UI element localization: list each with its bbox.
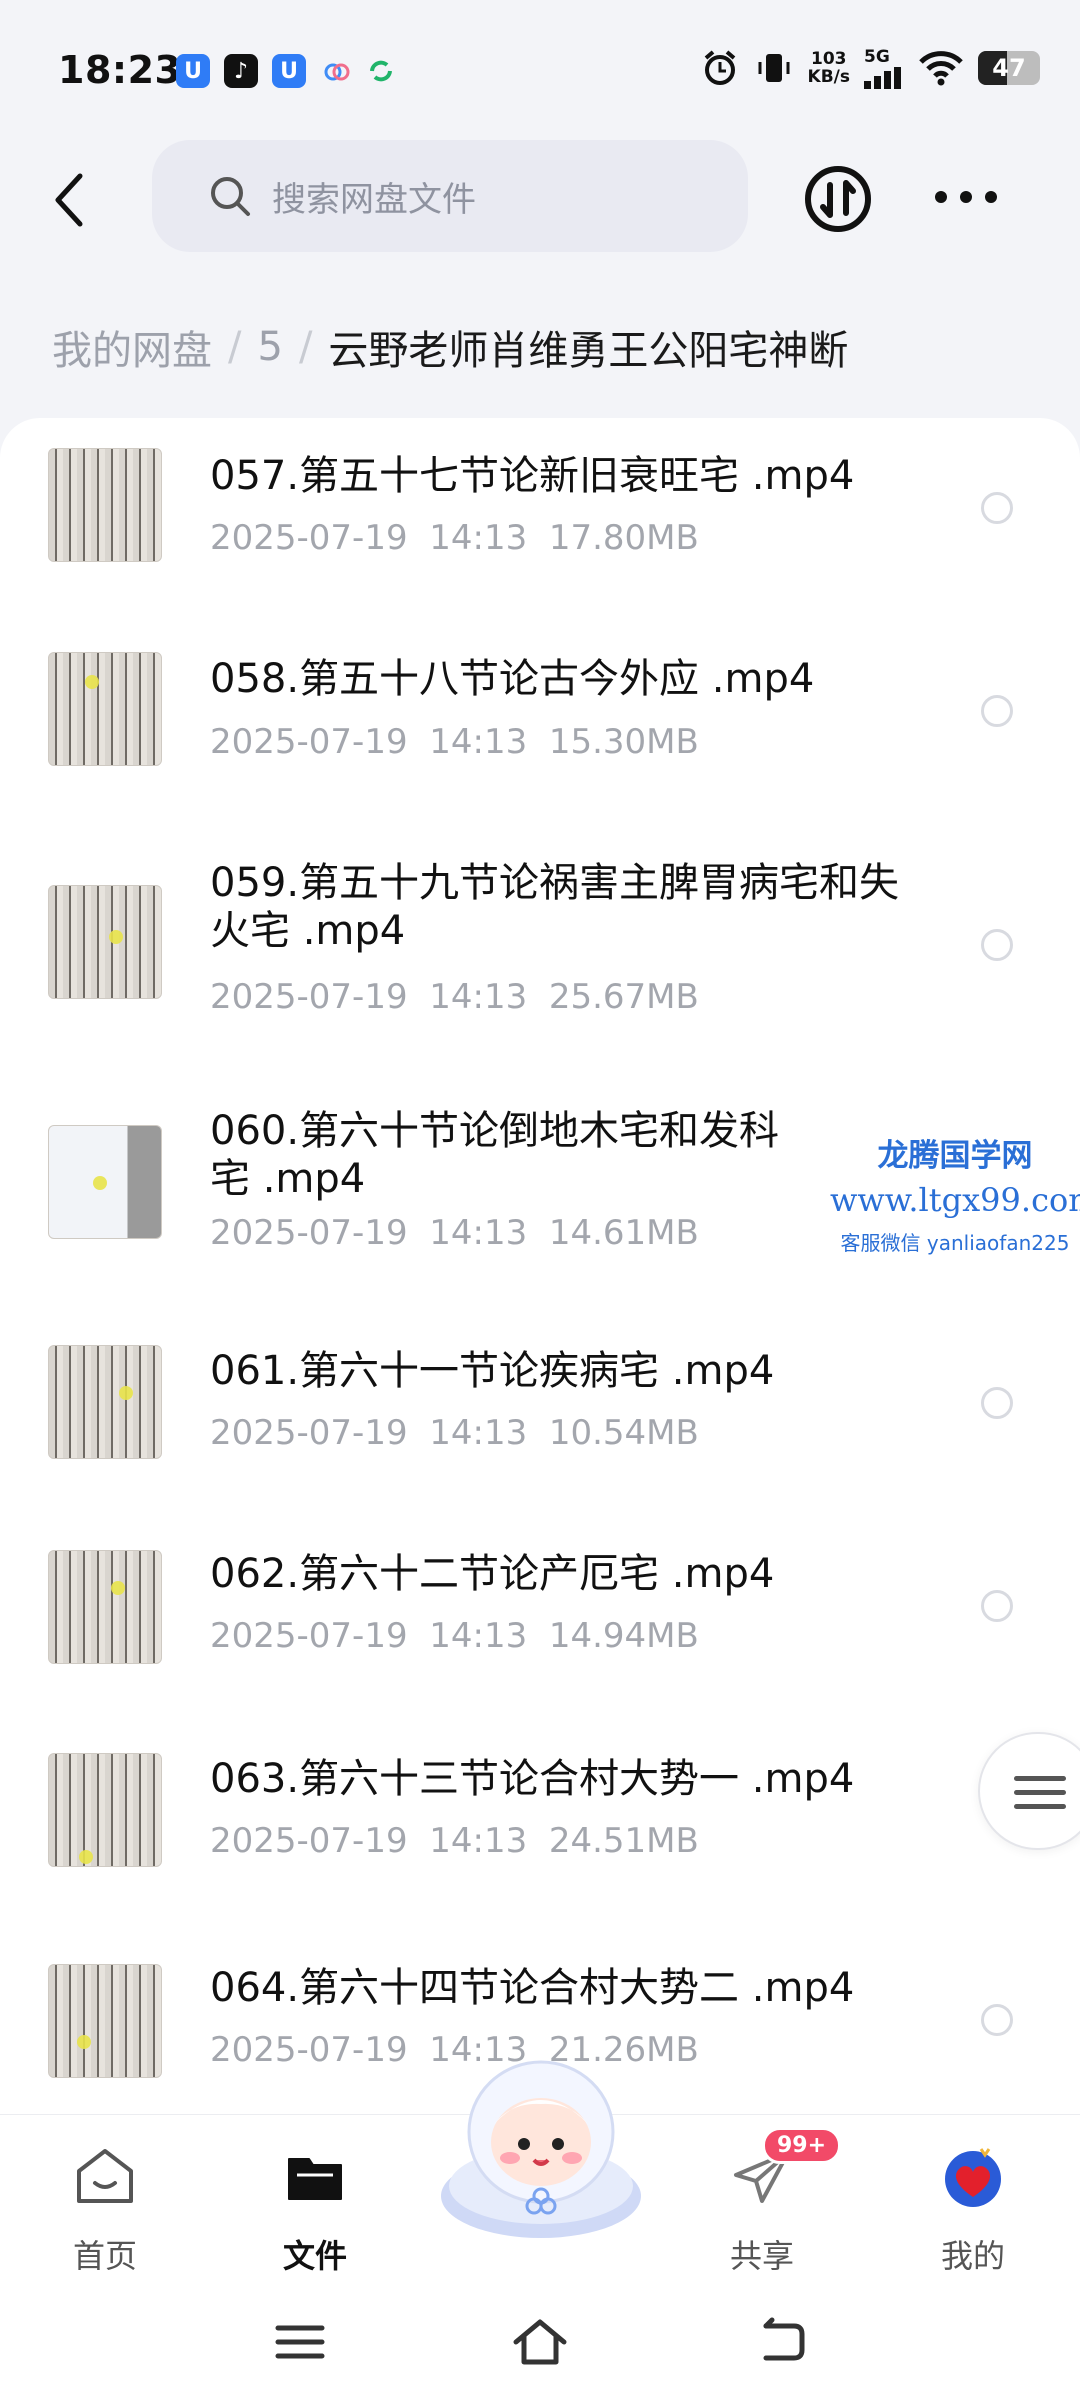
file-list: 057.第五十七节论新旧衰旺宅 .mp4 2025-07-19 14:13 17…	[0, 418, 1080, 2114]
breadcrumb-separator: /	[298, 324, 313, 370]
ai-assistant-mascot-icon[interactable]	[430, 2046, 652, 2246]
sync-notification-icon	[364, 54, 398, 88]
file-meta: 2025-07-19 14:13 24.51MB	[210, 1821, 699, 1861]
nav-home-label: 首页	[72, 2237, 137, 2275]
select-checkbox[interactable]	[981, 695, 1013, 727]
nav-mine[interactable]: 我的	[893, 2135, 1053, 2275]
breadcrumb-folder-5[interactable]: 5	[257, 324, 282, 370]
folder-icon	[288, 2158, 342, 2200]
vibrate-icon	[758, 54, 790, 82]
menu-line	[1014, 1776, 1066, 1781]
battery-level: 47	[992, 54, 1026, 82]
nav-share[interactable]: 99+ 共享	[682, 2127, 842, 2275]
back-nav-icon[interactable]	[750, 2312, 810, 2372]
select-checkbox[interactable]	[981, 2004, 1013, 2036]
breadcrumb: 我的网盘 / 5 / 云野老师肖维勇王公阳宅神断	[52, 318, 848, 376]
video-thumbnail	[48, 1964, 162, 2078]
net-speed: 103 KB/s	[807, 49, 850, 87]
nav-home[interactable]: 首页	[25, 2135, 185, 2275]
file-name: 058.第五十八节论古今外应 .mp4	[210, 656, 815, 702]
file-row[interactable]: 058.第五十八节论古今外应 .mp4 2025-07-19 14:13 15.…	[0, 618, 1080, 823]
nav-files-label: 文件	[282, 2237, 347, 2275]
video-thumbnail	[48, 1125, 162, 1239]
search-icon	[211, 177, 250, 216]
share-badge: 99+	[762, 2127, 842, 2164]
file-name: 063.第六十三节论合村大势一 .mp4	[210, 1756, 855, 1802]
transfer-icon[interactable]	[804, 165, 872, 233]
status-time: 18:23	[58, 48, 182, 92]
file-name: 059.第五十九节论祸害主脾胃病宅和失火宅 .mp4	[210, 860, 900, 954]
file-name: 062.第六十二节论产厄宅 .mp4	[210, 1551, 775, 1597]
video-thumbnail	[48, 1550, 162, 1664]
recents-menu-icon[interactable]	[270, 2312, 330, 2372]
file-meta: 2025-07-19 14:13 25.67MB	[210, 977, 699, 1017]
file-row[interactable]: 057.第五十七节论新旧衰旺宅 .mp4 2025-07-19 14:13 17…	[0, 418, 1080, 618]
video-thumbnail	[48, 1753, 162, 1867]
breadcrumb-current: 云野老师肖维勇王公阳宅神断	[328, 328, 849, 374]
video-thumbnail	[48, 1345, 162, 1459]
search-placeholder: 搜索网盘文件	[272, 179, 476, 220]
file-row[interactable]: 059.第五十九节论祸害主脾胃病宅和失火宅 .mp4 2025-07-19 14…	[0, 823, 1080, 1073]
status-icons: 103 KB/s 5G 47	[700, 46, 1040, 90]
watermark: 龙腾国学网 www.ltgx99.com 客服微信 yanliaofan225	[830, 1130, 1080, 1256]
select-checkbox[interactable]	[981, 1590, 1013, 1622]
file-name: 060.第六十节论倒地木宅和发科宅 .mp4	[210, 1108, 780, 1202]
file-meta: 2025-07-19 14:13 10.54MB	[210, 1413, 699, 1453]
tiktok-notification-icon: ♪	[224, 54, 258, 88]
back-arrow-icon	[55, 173, 83, 227]
file-meta: 2025-07-19 14:13 17.80MB	[210, 518, 699, 558]
file-name: 064.第六十四节论合村大势二 .mp4	[210, 1965, 855, 2011]
system-navigation-bar	[0, 2284, 1080, 2400]
network-type: 5G	[864, 47, 890, 67]
file-meta: 2025-07-19 14:13 14.61MB	[210, 1213, 699, 1253]
cloud-notification-icon	[320, 54, 354, 88]
avatar-heart-icon	[945, 2148, 1001, 2207]
status-bar: 18:23 U ♪ U 103 KB/s 5G 47	[0, 0, 1080, 140]
top-bar: 搜索网盘文件	[0, 140, 1080, 260]
watermark-contact: 客服微信 yanliaofan225	[840, 1231, 1070, 1255]
video-thumbnail	[48, 448, 162, 562]
watermark-url: www.ltgx99.com	[830, 1181, 1080, 1219]
file-row[interactable]: 062.第六十二节论产厄宅 .mp4 2025-07-19 14:13 14.9…	[0, 1518, 1080, 1723]
file-row[interactable]: 063.第六十三节论合村大势一 .mp4 2025-07-19 14:13 24…	[0, 1723, 1080, 1928]
battery-icon: 47	[978, 51, 1040, 85]
file-meta: 2025-07-19 14:13 14.94MB	[210, 1616, 699, 1656]
home-icon	[77, 2149, 133, 2203]
menu-line	[1014, 1804, 1066, 1809]
nav-files[interactable]: 文件	[235, 2135, 395, 2275]
alarm-icon	[704, 50, 735, 85]
breadcrumb-root[interactable]: 我的网盘	[52, 318, 212, 376]
file-row[interactable]: 061.第六十一节论疾病宅 .mp4 2025-07-19 14:13 10.5…	[0, 1313, 1080, 1518]
home-nav-icon[interactable]	[510, 2312, 570, 2372]
signal-icon	[864, 67, 901, 89]
app-notification-icon: U	[176, 54, 210, 88]
search-input[interactable]: 搜索网盘文件	[152, 140, 748, 252]
file-meta: 2025-07-19 14:13 15.30MB	[210, 722, 699, 762]
select-checkbox[interactable]	[981, 492, 1013, 524]
dot	[960, 191, 972, 203]
file-name: 061.第六十一节论疾病宅 .mp4	[210, 1348, 775, 1394]
wifi-icon	[919, 51, 963, 86]
select-checkbox[interactable]	[981, 929, 1013, 961]
select-checkbox[interactable]	[981, 1387, 1013, 1419]
nav-share-label: 共享	[729, 2237, 794, 2275]
video-thumbnail	[48, 652, 162, 766]
more-options-button[interactable]	[935, 180, 997, 214]
back-button[interactable]	[40, 168, 100, 232]
video-thumbnail	[48, 885, 162, 999]
menu-line	[1014, 1790, 1066, 1795]
watermark-title: 龙腾国学网	[877, 1138, 1033, 1174]
breadcrumb-separator: /	[228, 324, 242, 370]
dot	[935, 191, 947, 203]
nav-mine-label: 我的	[940, 2237, 1005, 2275]
app-notification-icon-2: U	[272, 54, 306, 88]
file-name: 057.第五十七节论新旧衰旺宅 .mp4	[210, 453, 855, 499]
dot	[985, 191, 997, 203]
